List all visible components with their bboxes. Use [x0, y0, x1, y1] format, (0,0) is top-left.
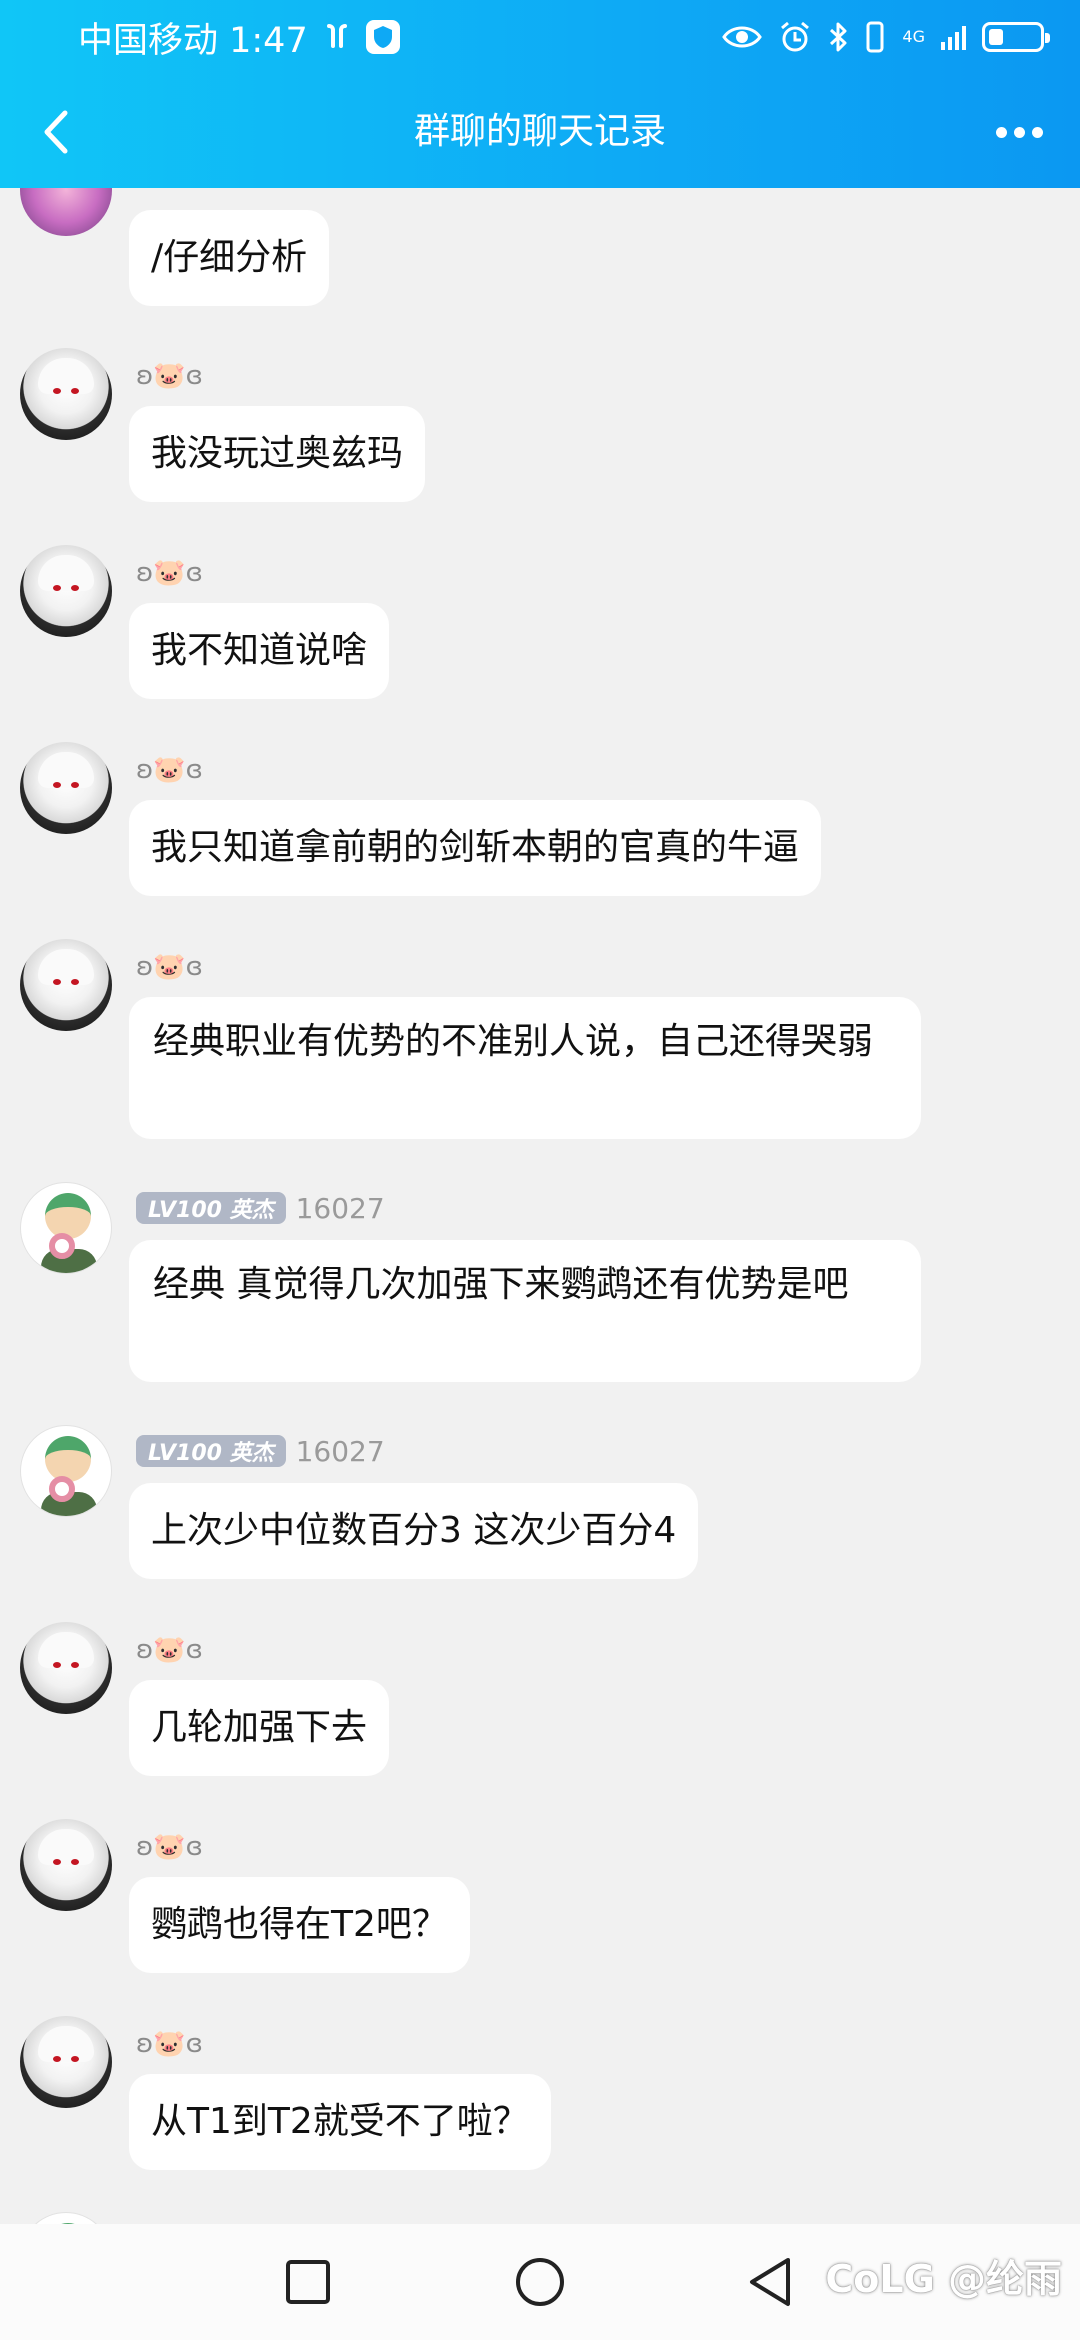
avatar[interactable] — [20, 1622, 112, 1714]
message-bubble[interactable]: 我没玩过奥兹玛 — [129, 406, 426, 502]
avatar[interactable] — [20, 1182, 112, 1274]
eye-icon — [722, 23, 763, 51]
message-bubble[interactable]: 几轮加强下去 — [129, 1680, 390, 1776]
message-bubble[interactable]: 我只知道拿前朝的剑斩本朝的官真的牛逼 — [129, 800, 822, 896]
chat-history[interactable]: /仔细分析 ʚ🐷ɞ 我没玩过奥兹玛 ʚ🐷ɞ 我不知道说啥 ʚ🐷ɞ 我只知道拿前朝… — [0, 188, 1080, 2224]
signal-icon — [941, 24, 966, 50]
page-title: 群聊的聊天记录 — [413, 111, 666, 152]
sender-name[interactable]: ʚ🐷ɞ — [136, 755, 203, 785]
sender-name[interactable]: ʚ🐷ɞ — [136, 1832, 203, 1862]
battery-icon — [982, 22, 1050, 52]
network-type: 4G — [902, 27, 925, 46]
home-button[interactable] — [508, 2250, 572, 2314]
vibrate-icon — [864, 21, 886, 53]
avatar[interactable] — [20, 188, 112, 236]
sender-id[interactable]: 16027 — [296, 1192, 385, 1225]
avatar[interactable] — [20, 2212, 112, 2224]
avatar[interactable] — [20, 545, 112, 637]
carrier-time: 中国移动 1:47 — [78, 20, 308, 61]
circle-icon — [516, 2258, 564, 2306]
avatar[interactable] — [20, 742, 112, 834]
nav-bar: 群聊的聊天记录 — [0, 84, 1080, 180]
status-bar: 中国移动 1:47 4G — [0, 0, 1080, 74]
avatar[interactable] — [20, 1819, 112, 1911]
square-icon — [286, 2260, 330, 2304]
message-bubble[interactable]: 我不知道说啥 — [129, 603, 390, 699]
sender-name[interactable]: ʚ🐷ɞ — [136, 1635, 203, 1665]
message-bubble[interactable]: 鹦鹉也得在T2吧？ — [129, 1877, 470, 1973]
app-header: 中国移动 1:47 4G 群聊的聊天记录 — [0, 0, 1080, 188]
message-bubble[interactable]: 上次少中位数百分3 这次少百分4 — [129, 1483, 699, 1579]
avatar[interactable] — [20, 2016, 112, 2108]
recents-button[interactable] — [276, 2250, 340, 2314]
sender-id[interactable]: 16027 — [296, 1435, 385, 1468]
avatar[interactable] — [20, 1425, 112, 1517]
message-bubble[interactable]: /仔细分析 — [129, 210, 330, 306]
avatar[interactable] — [20, 939, 112, 1031]
earbuds-icon — [322, 22, 352, 52]
triangle-back-icon — [750, 2258, 790, 2306]
sender-name[interactable]: ʚ🐷ɞ — [136, 952, 203, 982]
sender-name[interactable]: ʚ🐷ɞ — [136, 361, 203, 391]
level-badge[interactable]: LV100 英杰 — [136, 1192, 286, 1224]
avatar[interactable] — [20, 348, 112, 440]
message-bubble[interactable]: 从T1到T2就受不了啦？ — [129, 2074, 551, 2170]
message-bubble[interactable]: 经典 真觉得几次加强下来鹦鹉还有优势是吧 — [129, 1240, 921, 1382]
watermark: CoLG @纶雨 — [825, 2257, 1062, 2301]
message-bubble[interactable]: 经典职业有优势的不准别人说，自己还得哭弱 — [129, 997, 921, 1139]
shield-icon — [365, 20, 400, 54]
bluetooth-icon — [828, 21, 848, 53]
sender-name[interactable]: ʚ🐷ɞ — [136, 2029, 203, 2059]
system-nav-bar: CoLG @纶雨 — [0, 2224, 1080, 2340]
sender-name[interactable]: ʚ🐷ɞ — [136, 558, 203, 588]
level-badge[interactable]: LV100 英杰 — [136, 1435, 286, 1467]
back-nav-button[interactable] — [738, 2250, 802, 2314]
alarm-icon — [778, 20, 812, 54]
more-options-button[interactable] — [984, 102, 1054, 162]
